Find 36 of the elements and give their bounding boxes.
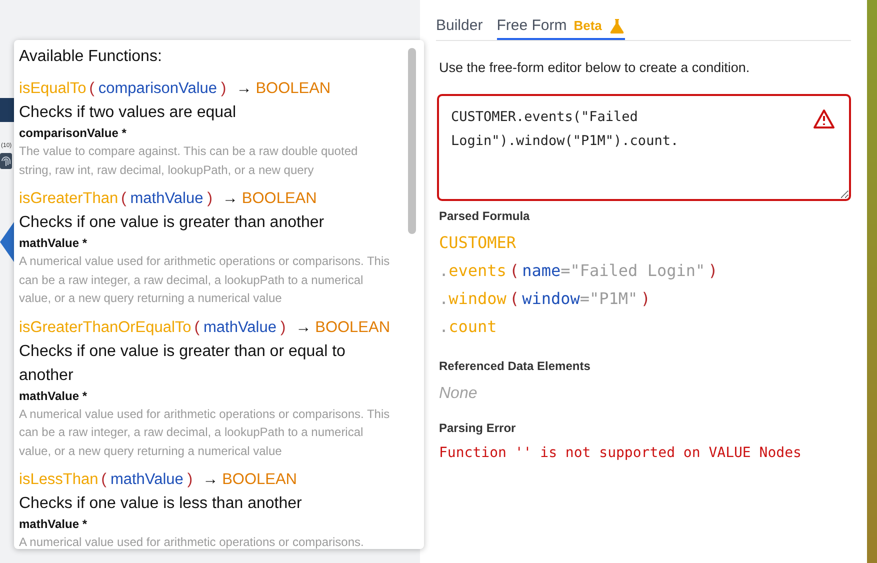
tab[interactable]: Builder	[436, 15, 483, 40]
formula-line: .window ( window="P1M" )	[439, 288, 652, 310]
function-signature[interactable]: isGreaterThanOrEqualTo ( mathValue ) → BOOLEAN	[19, 316, 390, 338]
parameter-label: mathValue *	[19, 235, 88, 252]
parameter-description: The value to compare against. This can be a raw double quoted string, raw int, raw decimal, lookupPath, or a new query	[19, 143, 359, 178]
warning-icon	[813, 109, 835, 129]
fingerprint-icon	[0, 153, 12, 169]
error-message: Function '' is not supported on VALUE Nodes	[439, 445, 802, 461]
section-label: Parsed Formula	[439, 209, 531, 223]
formula-editor[interactable]: CUSTOMER.events("Failed Login").window("P1M").count.	[437, 94, 851, 201]
function-signature[interactable]: isLessThan ( mathValue ) → BOOLEAN	[19, 469, 390, 491]
function-description: Checks if one value is less than another	[19, 494, 303, 514]
formula-line: .events ( name="Failed Login" )	[439, 260, 719, 282]
parameter-label: mathValue *	[19, 388, 88, 404]
popup-title: Available Functions:	[19, 47, 163, 67]
header-bar	[0, 98, 14, 122]
hint-text: Use the free-form editor below to create a condition.	[439, 60, 751, 75]
arrow-shape	[0, 222, 14, 262]
tab[interactable]: Free Form Beta	[496, 15, 625, 40]
section-label: Parsing Error	[439, 421, 517, 435]
function-description: Checks if one value is greater than another	[19, 213, 326, 233]
empty-text: None	[439, 385, 478, 403]
function-signature[interactable]: isEqualTo ( comparisonValue ) → BOOLEAN	[19, 78, 390, 100]
parameter-description: A numerical value used for arithmetic operations or comparisons.	[19, 534, 365, 549]
parameter-description: A numerical value used for arithmetic operations or comparisons. This can be a raw integer, a raw decimal, a lookupPath to a numerical value, or a new query returning a numerical value	[19, 253, 390, 307]
flask-icon	[608, 18, 625, 34]
formula-line: CUSTOMER	[439, 232, 518, 254]
formula-line: .count	[439, 316, 498, 338]
function-description: Checks if one value is greater than or equal to another	[19, 342, 346, 386]
parameter-label: comparisonValue *	[19, 125, 128, 142]
parameter-label: mathValue *	[19, 516, 88, 533]
parameter-description: A numerical value used for arithmetic operations or comparisons. This can be a raw integer, a raw decimal, a lookupPath to a numerical value, or a new query returning a numerical value	[19, 406, 390, 460]
scrollbar-thumb[interactable]	[408, 48, 416, 234]
function-description: Checks if two values are equal	[19, 103, 237, 123]
function-signature[interactable]: isGreaterThan ( mathValue ) → BOOLEAN	[19, 188, 390, 210]
section-label: Referenced Data Elements	[439, 359, 592, 373]
